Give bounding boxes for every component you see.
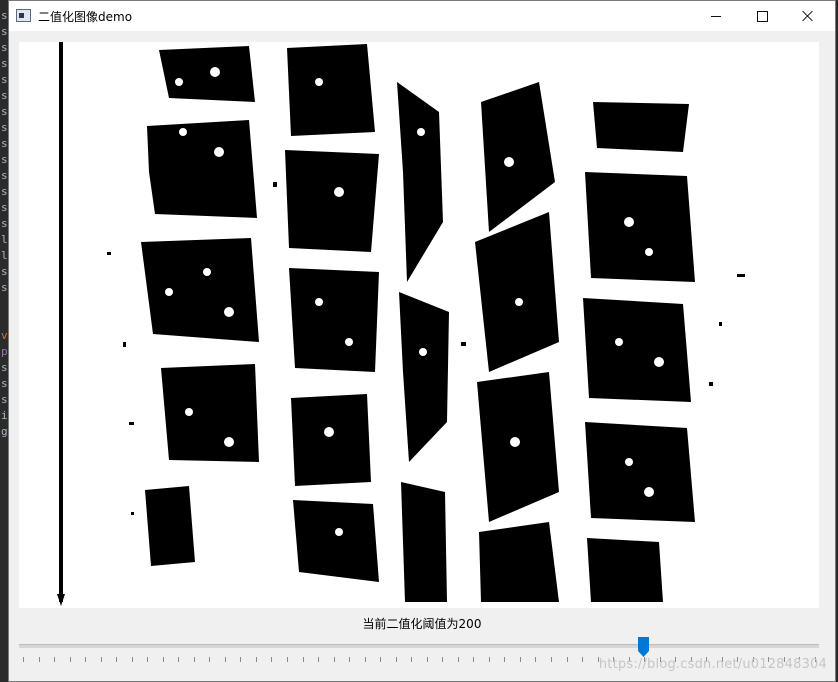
background-code-char: l	[1, 249, 8, 262]
background-code-char: s	[1, 393, 8, 406]
background-code-char: v	[1, 329, 8, 342]
background-code-char: i	[1, 409, 8, 422]
slider-tick	[271, 657, 272, 662]
maximize-button[interactable]	[739, 1, 785, 31]
slider-tick	[380, 657, 381, 662]
minimize-icon	[711, 15, 721, 17]
background-code-char: s	[1, 281, 8, 294]
slider-tick	[427, 657, 428, 662]
slider-tick	[287, 657, 288, 662]
background-code-char: s	[1, 105, 8, 118]
slider-tick	[163, 657, 164, 662]
slider-tick	[194, 657, 195, 662]
slider-tick	[365, 657, 366, 662]
binarized-tire-tread-image	[19, 42, 819, 608]
title-bar[interactable]: 二值化图像demo	[9, 1, 835, 31]
background-code-char: s	[1, 265, 8, 278]
background-code-char: s	[1, 57, 8, 70]
slider-tick	[396, 657, 397, 662]
background-code-char: s	[1, 201, 8, 214]
background-code-char: s	[1, 377, 8, 390]
background-code-char: s	[1, 361, 8, 374]
background-code-char: s	[1, 41, 8, 54]
slider-tick	[39, 657, 40, 662]
watermark: https://blog.csdn.net/u012848304	[598, 657, 827, 672]
slider-tick	[70, 657, 71, 662]
slider-tick	[442, 657, 443, 662]
slider-tick	[489, 657, 490, 662]
background-code-char: p	[1, 345, 8, 358]
slider-tick	[520, 657, 521, 662]
slider-tick	[23, 657, 24, 662]
slider-tick	[178, 657, 179, 662]
slider-tick	[85, 657, 86, 662]
background-code-char: s	[1, 169, 8, 182]
slider-tick	[458, 657, 459, 662]
app-window: 二值化图像demo 当前二值化阈值为200 https://blog.csdn.…	[8, 0, 836, 682]
close-button[interactable]	[785, 1, 831, 31]
slider-tick	[411, 657, 412, 662]
background-code-char: s	[1, 185, 8, 198]
slider-tick	[240, 657, 241, 662]
background-code-char: s	[1, 89, 8, 102]
background-code-char: s	[1, 137, 8, 150]
slider-tick	[334, 657, 335, 662]
slider-tick	[349, 657, 350, 662]
slider-tick	[209, 657, 210, 662]
app-window-icon	[16, 9, 31, 22]
slider-tick	[582, 657, 583, 662]
slider-tick	[504, 657, 505, 662]
slider-tick	[256, 657, 257, 662]
slider-tick	[473, 657, 474, 662]
slider-tick	[147, 657, 148, 662]
slider-tick	[54, 657, 55, 662]
slider-tick	[101, 657, 102, 662]
background-code-char: s	[1, 153, 8, 166]
slider-tick	[318, 657, 319, 662]
slider-groove[interactable]	[19, 644, 819, 648]
window-title: 二值化图像demo	[38, 10, 133, 24]
background-code-char: s	[1, 121, 8, 134]
maximize-icon	[756, 10, 768, 22]
background-code-char: l	[1, 233, 8, 246]
background-code-char: s	[1, 217, 8, 230]
background-code-char: s	[1, 25, 8, 38]
threshold-caption: 当前二值化阈值为200	[362, 617, 482, 631]
slider-tick	[303, 657, 304, 662]
slider-tick	[551, 657, 552, 662]
slider-handle[interactable]	[638, 637, 649, 657]
slider-tick	[535, 657, 536, 662]
background-code-char: s	[1, 9, 8, 22]
slider-tick	[116, 657, 117, 662]
minimize-button[interactable]	[693, 1, 739, 31]
close-icon	[802, 10, 814, 22]
background-code-char: g	[1, 425, 8, 438]
slider-tick	[132, 657, 133, 662]
binarized-image-view	[19, 42, 819, 608]
slider-tick	[225, 657, 226, 662]
slider-tick	[567, 657, 568, 662]
background-code-char: s	[1, 73, 8, 86]
